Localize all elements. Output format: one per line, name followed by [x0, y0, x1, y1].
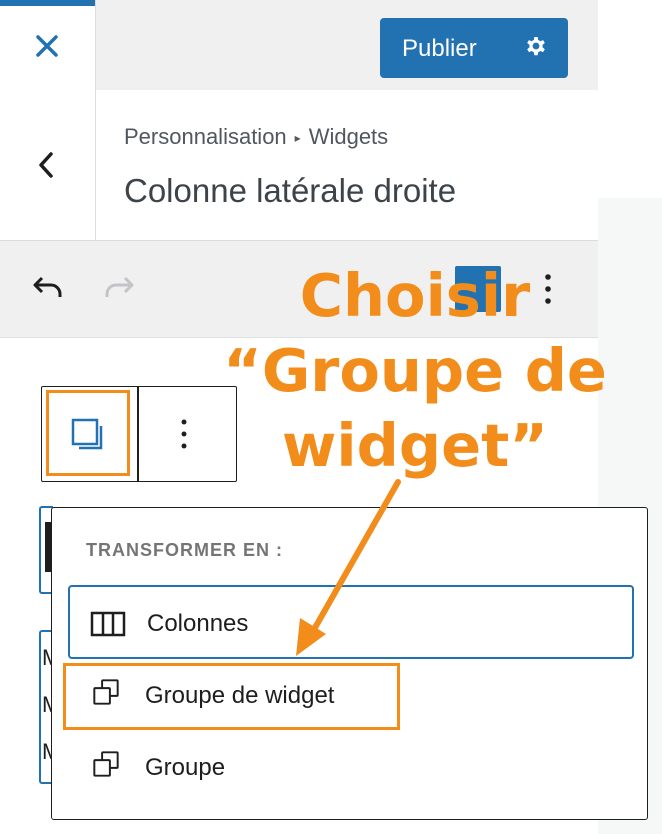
annotation-arrow [296, 479, 401, 656]
